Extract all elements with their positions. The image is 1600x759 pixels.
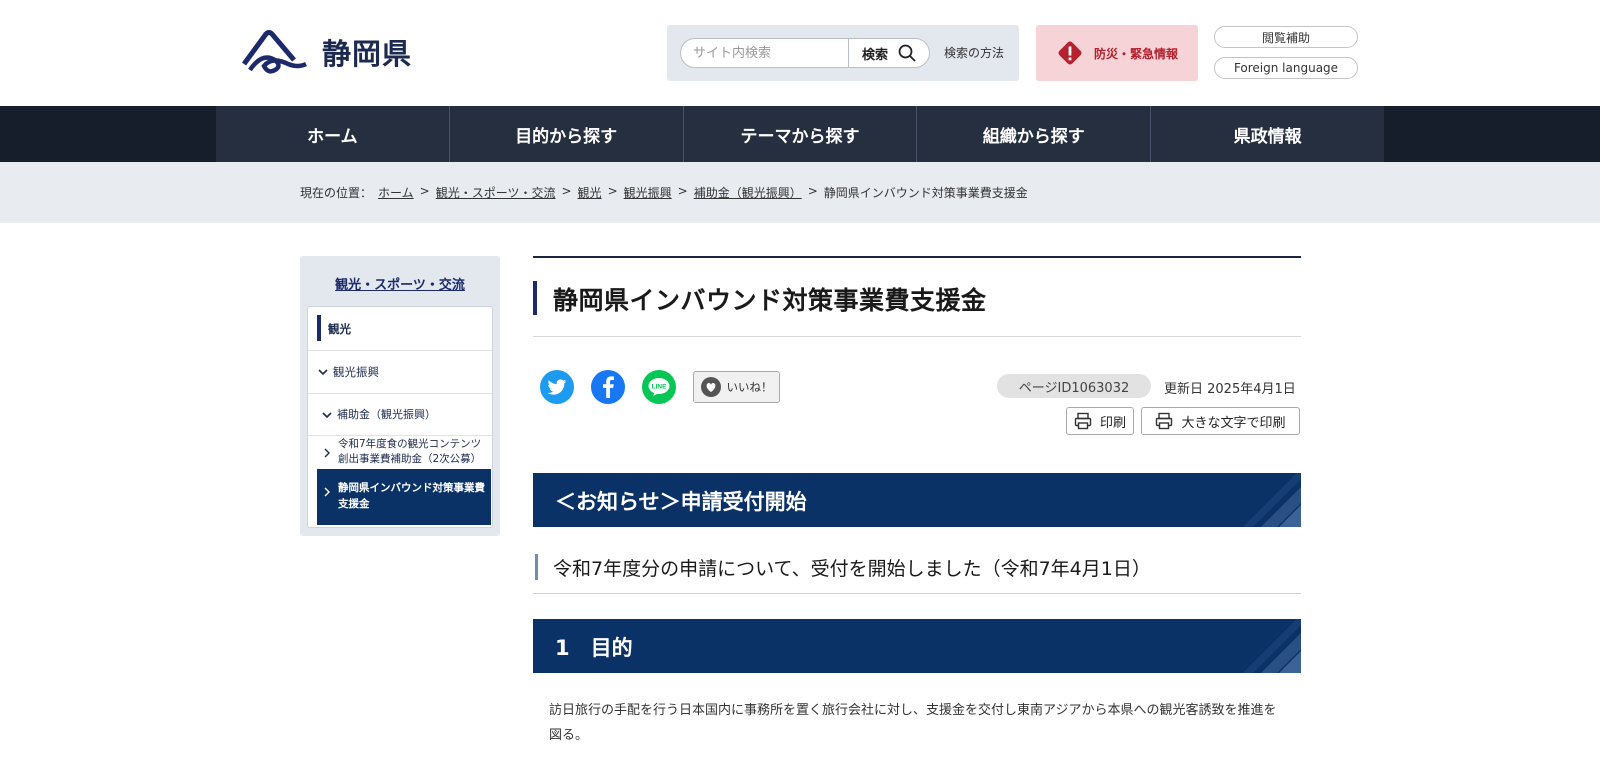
page-id-badge: ページID1063032 — [997, 374, 1151, 398]
local-nav-label: 観光 — [328, 322, 351, 336]
language-button[interactable]: Foreign language — [1214, 57, 1358, 79]
notice-heading: ＜お知らせ＞申請受付開始 — [533, 473, 1301, 527]
search-help-link[interactable]: 検索の方法 — [944, 44, 1004, 61]
chevron-down-icon — [322, 412, 332, 419]
site-logo[interactable]: 静岡県 — [242, 30, 412, 74]
nav-item-organization[interactable]: 組織から探す — [917, 106, 1152, 162]
page-title: 静岡県インバウンド対策事業費支援金 — [553, 286, 987, 315]
line-share-button[interactable]: LINE — [642, 370, 676, 404]
section1-heading-text: 1 目的 — [555, 636, 633, 660]
heading-stripe-decoration — [1243, 619, 1301, 673]
updated-date: 更新日 2025年4月1日 — [1164, 382, 1296, 397]
site-name: 静岡県 — [322, 37, 413, 71]
heart-icon — [700, 377, 721, 397]
notice-subheading: 令和7年度分の申請について、受付を開始しました（令和7年4月1日） — [533, 552, 1301, 594]
chevron-down-icon — [318, 369, 328, 376]
content-top-rule — [533, 256, 1301, 258]
notice-heading-text: ＜お知らせ＞申請受付開始 — [555, 490, 807, 514]
facebook-icon — [603, 376, 614, 398]
print-button[interactable]: 印刷 — [1066, 407, 1134, 435]
local-nav-list: 観光 観光振興 補助金（観光振興） 令和7年度食の観光コンテンツ創出事業費補助金… — [307, 306, 493, 528]
search-input[interactable] — [681, 39, 848, 67]
subheading-accent-bar — [535, 554, 538, 580]
local-nav: 観光・スポーツ・交流 観光 観光振興 補助金（観光振興） 令和7年度食の観光コン… — [300, 256, 500, 536]
local-nav-item-tourism[interactable]: 観光 — [308, 307, 492, 351]
breadcrumb: 現在の位置： ホーム > 観光・スポーツ・交流 > 観光 > 観光振興 > 補助… — [300, 184, 1028, 201]
breadcrumb-prefix: 現在の位置： — [300, 186, 373, 200]
print-large-label: 大きな文字で印刷 — [1181, 415, 1286, 431]
search-panel: 検索 検索の方法 — [667, 25, 1019, 81]
like-label: いいね！ — [726, 380, 773, 394]
heading-stripe-decoration — [1243, 473, 1301, 527]
breadcrumb-separator: > — [607, 184, 618, 198]
global-nav: ホーム 目的から探す テーマから探す 組織から探す 県政情報 — [0, 106, 1600, 162]
like-button[interactable]: いいね！ — [693, 371, 780, 403]
chevron-right-icon — [324, 487, 330, 497]
local-nav-item-food-tourism-subsidy[interactable]: 令和7年度食の観光コンテンツ創出事業費補助金（2次公募） — [308, 436, 492, 469]
print-large-button[interactable]: 大きな文字で印刷 — [1141, 407, 1300, 435]
svg-text:LINE: LINE — [652, 384, 667, 391]
nav-item-purpose[interactable]: 目的から探す — [449, 106, 684, 162]
breadcrumb-link-tourism-promotion[interactable]: 観光振興 — [624, 184, 672, 201]
print-label: 印刷 — [1099, 415, 1126, 431]
search-field: 検索 — [680, 38, 930, 68]
local-nav-item-tourism-promotion[interactable]: 観光振興 — [308, 351, 492, 394]
current-level-bar — [317, 315, 321, 341]
chevron-right-icon — [324, 448, 330, 458]
local-nav-title[interactable]: 観光・スポーツ・交流 — [300, 274, 500, 293]
printer-icon — [1074, 412, 1092, 430]
line-icon: LINE — [648, 378, 670, 396]
breadcrumb-current: 静岡県インバウンド対策事業費支援金 — [823, 186, 1028, 200]
nav-item-theme[interactable]: テーマから探す — [683, 106, 918, 162]
breadcrumb-link-tourism-sports[interactable]: 観光・スポーツ・交流 — [436, 184, 556, 201]
accessibility-button[interactable]: 閲覧補助 — [1214, 26, 1358, 48]
section1-body: 訪日旅行の手配を行う日本国内に事務所を置く旅行会社に対し、支援金を交付し東南アジ… — [549, 703, 1277, 743]
page-title-block: 静岡県インバウンド対策事業費支援金 — [533, 277, 1301, 337]
twitter-icon — [547, 379, 567, 395]
local-nav-label: 観光振興 — [333, 365, 379, 379]
shizuoka-logo-icon — [242, 30, 308, 74]
emergency-info-button[interactable]: 防災・緊急情報 — [1036, 25, 1198, 81]
local-nav-item-inbound-support-current[interactable]: 静岡県インバウンド対策事業費支援金 — [317, 469, 491, 525]
search-button[interactable]: 検索 — [848, 39, 929, 67]
title-accent-bar — [533, 281, 537, 315]
breadcrumb-bar: 現在の位置： ホーム > 観光・スポーツ・交流 > 観光 > 観光振興 > 補助… — [0, 162, 1600, 223]
printer-icon — [1156, 412, 1173, 430]
breadcrumb-link-home[interactable]: ホーム — [378, 184, 414, 201]
facebook-share-button[interactable] — [591, 370, 625, 404]
breadcrumb-separator: > — [419, 184, 430, 198]
share-buttons: LINE いいね！ — [540, 370, 780, 404]
notice-subheading-text: 令和7年度分の申請について、受付を開始しました（令和7年4月1日） — [553, 558, 1151, 580]
search-icon — [898, 44, 916, 62]
local-nav-label: 静岡県インバウンド対策事業費支援金 — [338, 482, 485, 510]
nav-item-home[interactable]: ホーム — [216, 106, 450, 162]
local-nav-label: 令和7年度食の観光コンテンツ創出事業費補助金（2次公募） — [338, 438, 482, 465]
local-nav-item-subsidy[interactable]: 補助金（観光振興） — [308, 394, 492, 436]
local-nav-label: 補助金（観光振興） — [337, 408, 436, 421]
site-header: 静岡県 検索 検索の方法 防災・緊急情報 閲覧補助 Foreign langua… — [0, 0, 1600, 106]
section1-heading: 1 目的 — [533, 619, 1301, 673]
emergency-label: 防災・緊急情報 — [1093, 46, 1178, 61]
twitter-share-button[interactable] — [540, 370, 574, 404]
breadcrumb-link-tourism[interactable]: 観光 — [578, 184, 602, 201]
breadcrumb-separator: > — [807, 184, 818, 198]
warning-icon — [1058, 41, 1082, 65]
breadcrumb-separator: > — [677, 184, 688, 198]
breadcrumb-separator: > — [561, 184, 572, 198]
breadcrumb-link-subsidy[interactable]: 補助金（観光振興） — [694, 184, 802, 201]
nav-item-prefecture-info[interactable]: 県政情報 — [1151, 106, 1384, 162]
search-button-label: 検索 — [861, 47, 888, 63]
